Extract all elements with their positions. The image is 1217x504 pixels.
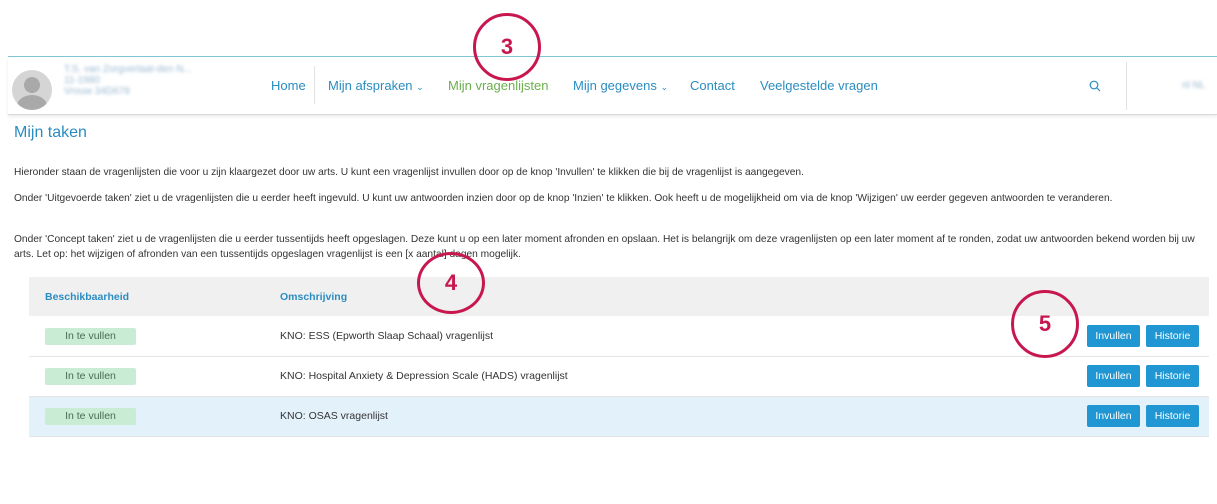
historie-button[interactable]: Historie	[1146, 405, 1199, 427]
chevron-down-icon: ⌄	[660, 82, 668, 92]
search-icon[interactable]	[1089, 80, 1101, 92]
annotation-marker-4: 4	[417, 252, 485, 314]
annotation-marker-3: 3	[473, 13, 541, 81]
page-title: Mijn taken	[14, 124, 87, 141]
invullen-button[interactable]: Invullen	[1087, 405, 1140, 427]
column-header-omschrijving[interactable]: Omschrijving	[280, 291, 347, 303]
chevron-down-icon: ⌄	[416, 82, 424, 92]
annotation-marker-5: 5	[1011, 290, 1079, 358]
intro-paragraph-3: Onder 'Concept taken' ziet u de vragenli…	[14, 234, 1195, 260]
avatar[interactable]	[12, 70, 52, 110]
nav-mijn-afspraken-label: Mijn afspraken	[328, 78, 413, 93]
language-selector[interactable]: nl NL	[1182, 80, 1205, 91]
nav-mijn-gegevens-label: Mijn gegevens	[573, 78, 657, 93]
invullen-button[interactable]: Invullen	[1087, 365, 1140, 387]
user-birthdate: 11-1980	[64, 75, 100, 86]
search-divider	[1126, 62, 1127, 110]
nav-mijn-gegevens[interactable]: Mijn gegevens ⌄	[573, 78, 668, 93]
user-id: Vrouw 34D678	[64, 86, 130, 97]
avatar-head	[24, 77, 40, 93]
nav-home[interactable]: Home	[271, 78, 306, 93]
nav-veelgestelde-vragen[interactable]: Veelgestelde vragen	[760, 78, 878, 93]
table-row: In te vullen KNO: OSAS vragenlijst Invul…	[29, 397, 1209, 437]
historie-button[interactable]: Historie	[1146, 325, 1199, 347]
invullen-button[interactable]: Invullen	[1087, 325, 1140, 347]
intro-paragraph-2: Onder 'Uitgevoerde taken' ziet u de vrag…	[14, 193, 1113, 204]
nav-mijn-afspraken[interactable]: Mijn afspraken ⌄	[328, 78, 424, 93]
intro-paragraph-1: Hieronder staan de vragenlijsten die voo…	[14, 167, 804, 178]
task-description: KNO: OSAS vragenlijst	[280, 410, 388, 422]
nav-contact[interactable]: Contact	[690, 78, 735, 93]
nav-mijn-vragenlijsten[interactable]: Mijn vragenlijsten	[448, 78, 548, 93]
avatar-body	[17, 95, 47, 110]
historie-button[interactable]: Historie	[1146, 365, 1199, 387]
status-badge: In te vullen	[45, 368, 136, 385]
user-info: T.S. van Zorgverlaat-den N... 11-1980 Vr…	[64, 64, 192, 97]
nav-divider	[314, 66, 315, 104]
task-description: KNO: Hospital Anxiety & Depression Scale…	[280, 370, 568, 382]
user-name: T.S. van Zorgverlaat-den N...	[64, 64, 192, 75]
table-row: In te vullen KNO: Hospital Anxiety & Dep…	[29, 357, 1209, 397]
status-badge: In te vullen	[45, 328, 136, 345]
status-badge: In te vullen	[45, 408, 136, 425]
task-description: KNO: ESS (Epworth Slaap Schaal) vragenli…	[280, 330, 494, 342]
column-header-beschikbaarheid[interactable]: Beschikbaarheid	[45, 291, 129, 303]
